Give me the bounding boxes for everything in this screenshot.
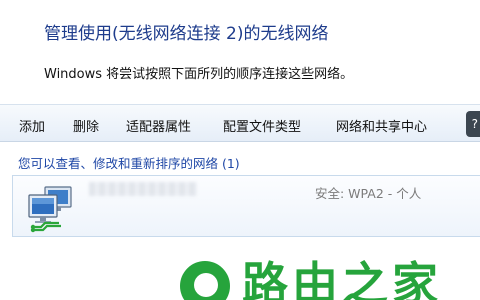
network-security-label: 安全: WPA2 - 个人 [315,186,422,201]
page-title: 管理使用(无线网络连接 2)的无线网络 [44,24,329,44]
logo-icon [180,261,230,300]
network-list-item[interactable]: 安全: WPA2 - 个人 [12,175,480,237]
add-button[interactable]: 添加 [19,116,45,135]
toolbar: 添加 删除 适配器属性 配置文件类型 网络和共享中心 ? [0,104,480,142]
watermark: 路由之家 [180,256,480,300]
wireless-network-icon [19,181,79,233]
help-icon[interactable]: ? [466,111,480,137]
adapter-properties-button[interactable]: 适配器属性 [126,116,191,135]
profile-types-button[interactable]: 配置文件类型 [223,116,301,135]
watermark-text: 路由之家 [242,257,442,300]
page-description: Windows 将尝试按照下面所列的顺序连接这些网络。 [44,67,354,82]
delete-button[interactable]: 删除 [73,116,99,135]
network-list-header: 您可以查看、修改和重新排序的网络 (1) [18,156,240,171]
network-name-redacted [89,182,197,196]
manage-wireless-networks-window: 管理使用(无线网络连接 2)的无线网络 Windows 将尝试按照下面所列的顺序… [0,0,480,300]
network-sharing-center-button[interactable]: 网络和共享中心 [336,116,427,135]
